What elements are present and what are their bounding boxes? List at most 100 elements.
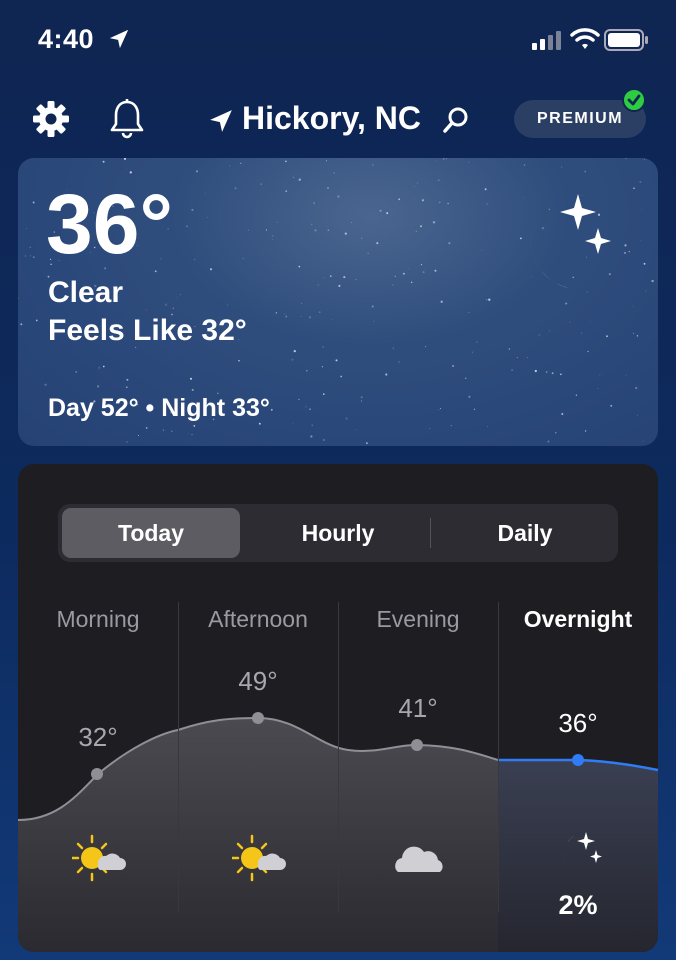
star bbox=[227, 304, 229, 306]
star bbox=[410, 281, 413, 284]
star bbox=[102, 160, 105, 163]
star bbox=[298, 178, 301, 181]
star bbox=[337, 195, 340, 198]
star bbox=[179, 294, 181, 295]
star bbox=[639, 180, 642, 183]
feels-like: Feels Like 32° bbox=[48, 314, 247, 347]
current-temperature: 36° bbox=[46, 177, 174, 271]
temp-overnight: 36° bbox=[558, 708, 598, 738]
star bbox=[472, 351, 474, 353]
star bbox=[271, 235, 274, 237]
star bbox=[172, 307, 175, 310]
gear-icon[interactable] bbox=[32, 100, 70, 138]
star bbox=[310, 435, 313, 438]
battery-icon bbox=[604, 29, 648, 51]
star bbox=[584, 170, 587, 173]
star bbox=[625, 158, 627, 160]
star bbox=[338, 284, 341, 287]
star bbox=[189, 377, 193, 380]
star bbox=[292, 176, 294, 178]
star bbox=[438, 409, 440, 411]
star bbox=[402, 272, 405, 275]
star bbox=[258, 422, 261, 425]
point-overnight bbox=[572, 754, 584, 766]
partly-sunny-icon bbox=[72, 834, 126, 882]
star bbox=[486, 203, 488, 205]
star bbox=[547, 440, 550, 443]
current-conditions-card[interactable]: 36° Clear Feels Like 32° Day 52° • Night… bbox=[18, 158, 658, 446]
cloudy-icon bbox=[395, 846, 443, 872]
star bbox=[126, 378, 129, 381]
star bbox=[306, 370, 308, 372]
star bbox=[392, 347, 395, 350]
star bbox=[371, 305, 374, 308]
star bbox=[333, 172, 335, 174]
location-name[interactable]: Hickory, NC bbox=[242, 100, 421, 137]
star bbox=[188, 433, 190, 434]
star bbox=[379, 209, 382, 212]
star bbox=[322, 393, 325, 395]
star bbox=[98, 366, 101, 369]
star bbox=[331, 319, 333, 320]
star bbox=[376, 242, 379, 245]
day-night-temps: Day 52° • Night 33° bbox=[48, 394, 270, 422]
location-arrow-icon[interactable] bbox=[208, 108, 234, 134]
star bbox=[420, 264, 423, 266]
star bbox=[440, 300, 443, 303]
star bbox=[589, 321, 591, 323]
star bbox=[442, 158, 445, 160]
star bbox=[484, 188, 487, 191]
star bbox=[26, 228, 28, 230]
star bbox=[360, 400, 363, 402]
star bbox=[373, 320, 375, 322]
bell-icon[interactable] bbox=[108, 98, 146, 140]
star bbox=[285, 190, 288, 192]
status-time: 4:40 bbox=[38, 24, 95, 54]
star bbox=[581, 332, 583, 334]
star bbox=[327, 187, 329, 189]
star bbox=[355, 278, 357, 280]
star bbox=[102, 365, 105, 368]
star bbox=[164, 303, 168, 306]
star bbox=[265, 229, 267, 231]
star bbox=[651, 279, 654, 283]
star bbox=[308, 316, 312, 319]
star bbox=[30, 255, 31, 257]
star bbox=[468, 395, 471, 398]
star bbox=[344, 232, 347, 235]
star bbox=[415, 230, 417, 232]
location-services-icon bbox=[109, 29, 129, 49]
star bbox=[205, 193, 206, 195]
star bbox=[440, 407, 442, 409]
star bbox=[314, 229, 317, 232]
star bbox=[488, 298, 491, 301]
star bbox=[464, 377, 467, 380]
partly-sunny-icon bbox=[232, 834, 286, 882]
star bbox=[372, 164, 374, 166]
star bbox=[301, 303, 303, 305]
star bbox=[642, 440, 644, 442]
clear-night-icon bbox=[530, 194, 611, 290]
star bbox=[293, 349, 296, 353]
app-header: Hickory, NC PREMIUM bbox=[0, 88, 676, 148]
star bbox=[322, 346, 324, 348]
star bbox=[448, 242, 451, 245]
star bbox=[276, 221, 278, 223]
star bbox=[32, 201, 35, 204]
clear-night-icon bbox=[563, 832, 602, 878]
star bbox=[35, 319, 38, 322]
star bbox=[366, 442, 368, 444]
point-afternoon bbox=[252, 712, 264, 724]
star bbox=[20, 323, 23, 326]
star bbox=[486, 299, 488, 301]
point-morning bbox=[91, 768, 103, 780]
star bbox=[322, 438, 325, 442]
star bbox=[285, 315, 288, 318]
search-icon[interactable] bbox=[442, 106, 470, 134]
column-divider bbox=[178, 602, 179, 912]
star bbox=[340, 375, 343, 378]
star bbox=[234, 187, 237, 190]
star bbox=[473, 408, 476, 410]
star bbox=[171, 430, 173, 432]
star bbox=[450, 425, 452, 427]
